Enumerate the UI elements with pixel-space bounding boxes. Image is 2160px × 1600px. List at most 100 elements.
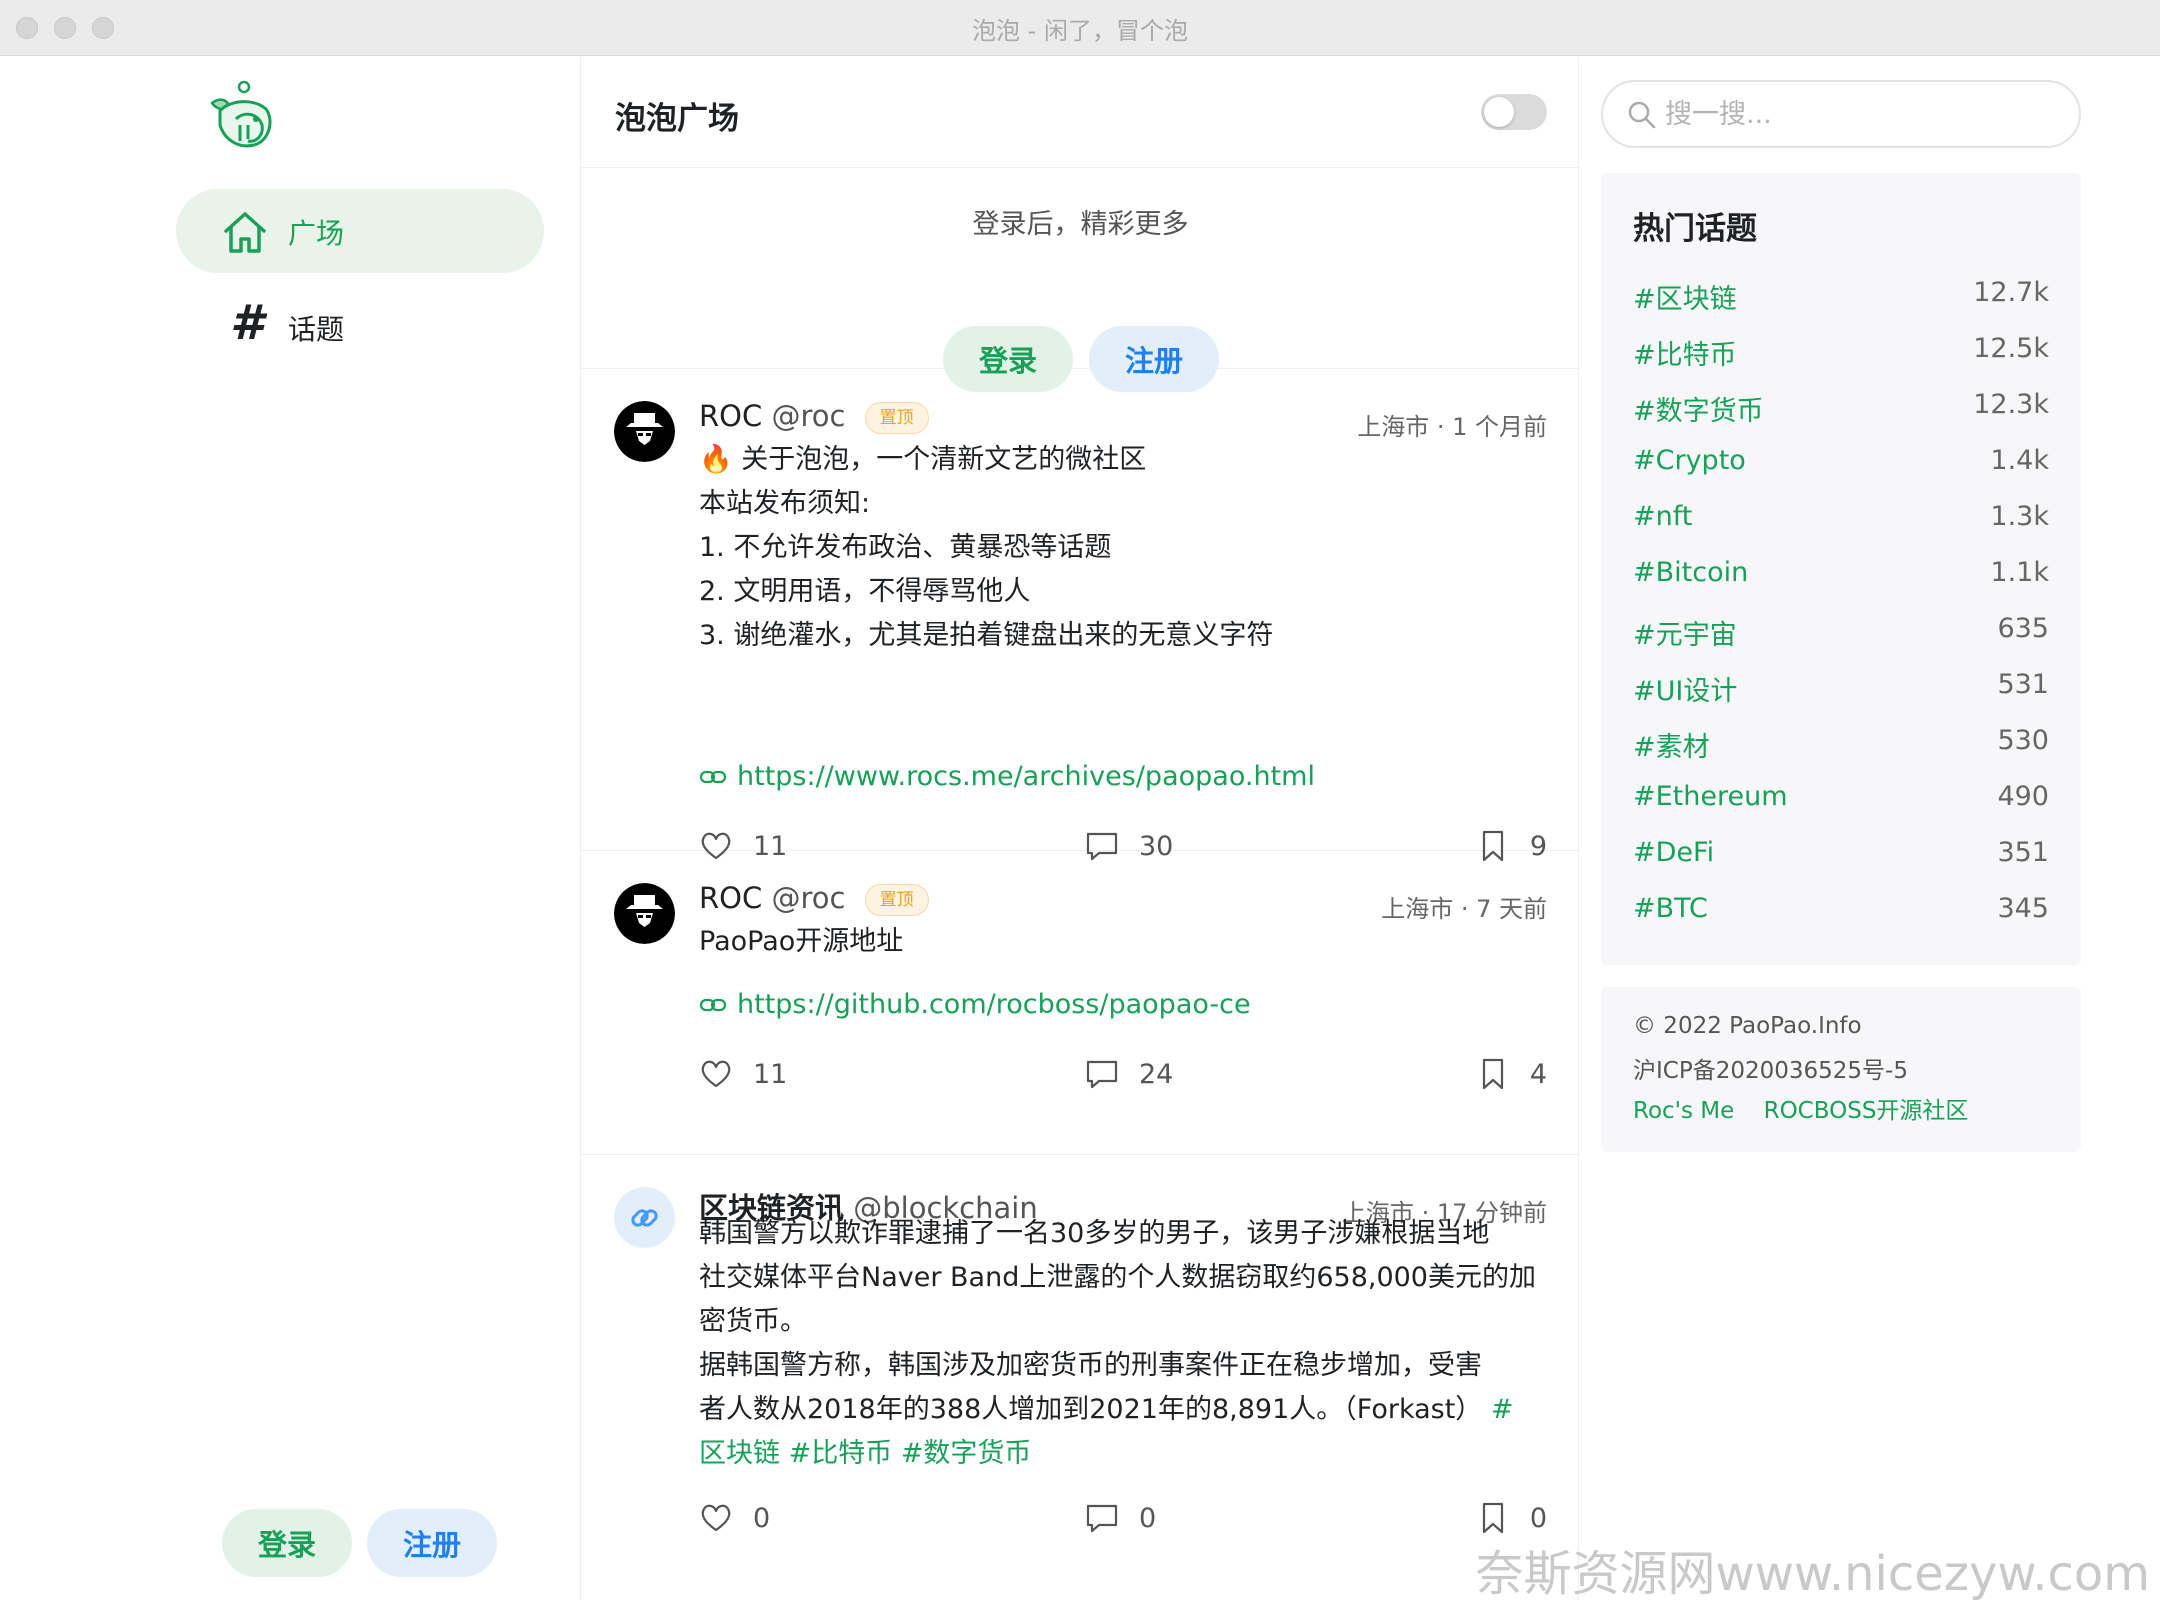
topic-count: 530 [1997,725,2049,756]
post-item[interactable]: ROC @roc 置顶 上海市 · 7 天前 PaoPao开源地址 https:… [581,851,1580,1155]
like-button[interactable]: 0 [699,1501,770,1535]
topic-name: #UI设计 [1633,676,1738,707]
post-link[interactable]: https://github.com/rocboss/paopao-ce [699,989,1251,1020]
topic-row[interactable]: #BTC 345 [1633,893,2049,937]
post-item[interactable]: ROC @roc 置顶 上海市 · 1 个月前 🔥 关于泡泡，一个清新文艺的微社… [581,369,1580,862]
topic-row[interactable]: #区块链 12.7k [1633,277,2049,321]
sidebar-login-button[interactable]: 登录 [222,1509,352,1577]
pinned-badge: 置顶 [864,884,929,916]
topic-count: 531 [1997,669,2049,700]
post-line: 者人数从2018年的388人增加到2021年的8,891人。（Forkast） … [699,1388,1547,1432]
post-line: 密货币。 [699,1306,807,1337]
post-actions: 0 0 0 [699,1501,1547,1541]
avatar[interactable] [614,1187,675,1248]
topic-tag[interactable]: #数字货币 [901,1438,1032,1469]
window-titlebar: 泡泡 - 闲了，冒个泡 [0,0,2160,56]
topic-count: 1.4k [1990,445,2049,476]
like-button[interactable]: 11 [699,1057,787,1091]
topic-name: #素材 [1633,732,1710,763]
topic-row[interactable]: #DeFi 351 [1633,837,2049,881]
post-line: 3. 谢绝灌水，尤其是拍着键盘出来的无意义字符 [699,620,1274,651]
bookmark-icon [1482,1502,1503,1534]
post-content[interactable]: 韩国警方以欺诈罪逮捕了一名30多岁的男子，该男子涉嫌根据当地 社交媒体平台Nav… [699,1212,1547,1476]
topic-row[interactable]: #UI设计 531 [1633,669,2049,713]
sidebar-item-label: 话题 [288,313,345,346]
topic-row[interactable]: #比特币 12.5k [1633,333,2049,377]
author-handle: @roc [771,399,846,433]
post-author[interactable]: ROC @roc 置顶 [699,881,929,916]
topic-row[interactable]: #Bitcoin 1.1k [1633,557,2049,601]
heart-icon [701,1504,731,1532]
topic-count: 635 [1997,613,2049,644]
topic-count: 490 [1997,781,2049,812]
post-line: 韩国警方以欺诈罪逮捕了一名30多岁的男子，该男子涉嫌根据当地 [699,1218,1490,1249]
topic-tag[interactable]: 区块链 [699,1438,780,1469]
collect-button[interactable]: 0 [1476,1501,1547,1535]
comment-button[interactable]: 24 [1085,1057,1173,1091]
author-name: ROC [699,881,763,915]
link-icon [699,770,727,783]
author-name: ROC [699,399,763,433]
post-meta: 上海市 · 7 天前 [1381,895,1547,923]
search-icon [1628,101,1656,129]
footer-link-rocs-me[interactable]: Roc's Me [1633,1098,1734,1124]
topic-row[interactable]: #元宇宙 635 [1633,613,2049,657]
toggle-knob [1484,97,1514,127]
comment-count: 0 [1139,1502,1157,1534]
login-prompt: 登录后，精彩更多 登录 注册 [581,168,1580,392]
page-title: 泡泡广场 [615,101,739,137]
footer-links: Roc's Me ROCBOSS开源社区 [1633,1091,1990,1125]
topic-count: 351 [1997,837,2049,868]
footer-link-rocboss[interactable]: ROCBOSS开源社区 [1764,1098,1969,1124]
feed-header: 泡泡广场 [581,57,1580,168]
post-author[interactable]: ROC @roc 置顶 [699,399,929,434]
topic-row[interactable]: #Crypto 1.4k [1633,445,2049,489]
topic-name: #元宇宙 [1633,620,1737,651]
author-handle: @roc [771,881,846,915]
theme-toggle[interactable] [1481,94,1547,130]
post-line: 1. 不允许发布政治、黄暴恐等话题 [699,532,1112,563]
topic-name: #数字货币 [1633,396,1764,427]
post-line: 🔥 关于泡泡，一个清新文艺的微社区 [699,444,1147,475]
topic-row[interactable]: #数字货币 12.3k [1633,389,2049,433]
post-link[interactable]: https://www.rocs.me/archives/paopao.html [699,761,1315,792]
comment-button[interactable]: 0 [1085,1501,1156,1535]
window-title: 泡泡 - 闲了，冒个泡 [972,17,1188,45]
topic-tag[interactable]: #比特币 [789,1438,893,1469]
topic-row[interactable]: #Ethereum 490 [1633,781,2049,825]
post-link-text: https://www.rocs.me/archives/paopao.html [737,761,1315,792]
watermark-text: 奈斯资源网www.nicezyw.com [1475,1546,2150,1600]
comment-icon [1086,1060,1118,1089]
pinned-badge: 置顶 [864,402,929,434]
left-sidebar: 广场 # 话题 登录 注册 [0,57,580,1600]
sidebar-register-button[interactable]: 注册 [367,1509,497,1577]
post-tag-line: 区块链 #比特币 #数字货币 [699,1432,1547,1476]
post-content[interactable]: 🔥 关于泡泡，一个清新文艺的微社区 本站发布须知: 1. 不允许发布政治、黄暴恐… [699,438,1547,658]
search-box[interactable] [1601,80,2081,148]
heart-icon [701,1060,731,1088]
sidebar-item-square[interactable]: 广场 [176,189,544,273]
collect-button[interactable]: 4 [1476,1057,1547,1091]
bookmark-icon [1482,1058,1503,1090]
post-meta: 上海市 · 1 个月前 [1357,413,1547,441]
icp-text: 沪ICP备2020036525号-5 [1633,1058,1908,1084]
topic-row[interactable]: #nft 1.3k [1633,501,2049,545]
topic-name: #BTC [1633,893,1708,924]
topic-tag-hash[interactable]: # [1491,1394,1514,1425]
footer-card: © 2022 PaoPao.Info 沪ICP备2020036525号-5 Ro… [1601,987,2081,1152]
topic-name: #比特币 [1633,340,1737,371]
sidebar-item-topics[interactable]: # 话题 [176,285,544,369]
hash-icon: # [230,295,264,351]
search-input[interactable] [1665,94,2055,134]
paopao-logo-icon [210,80,272,148]
topic-row[interactable]: #素材 530 [1633,725,2049,769]
post-line-text: 者人数从2018年的388人增加到2021年的8,891人。（Forkast） [699,1394,1483,1425]
post-item[interactable]: 区块链资讯 @blockchain 上海市 · 17 分钟前 韩国警方以欺诈罪逮… [581,1155,1580,1600]
topic-name: #区块链 [1633,284,1737,315]
avatar[interactable] [614,401,675,462]
post-content[interactable]: PaoPao开源地址 [699,920,1547,964]
collect-count: 0 [1529,1502,1547,1534]
post-line: 社交媒体平台Naver Band上泄露的个人数据窃取约658,000美元的加 [699,1262,1536,1293]
post-line: PaoPao开源地址 [699,926,904,957]
avatar[interactable] [614,883,675,944]
